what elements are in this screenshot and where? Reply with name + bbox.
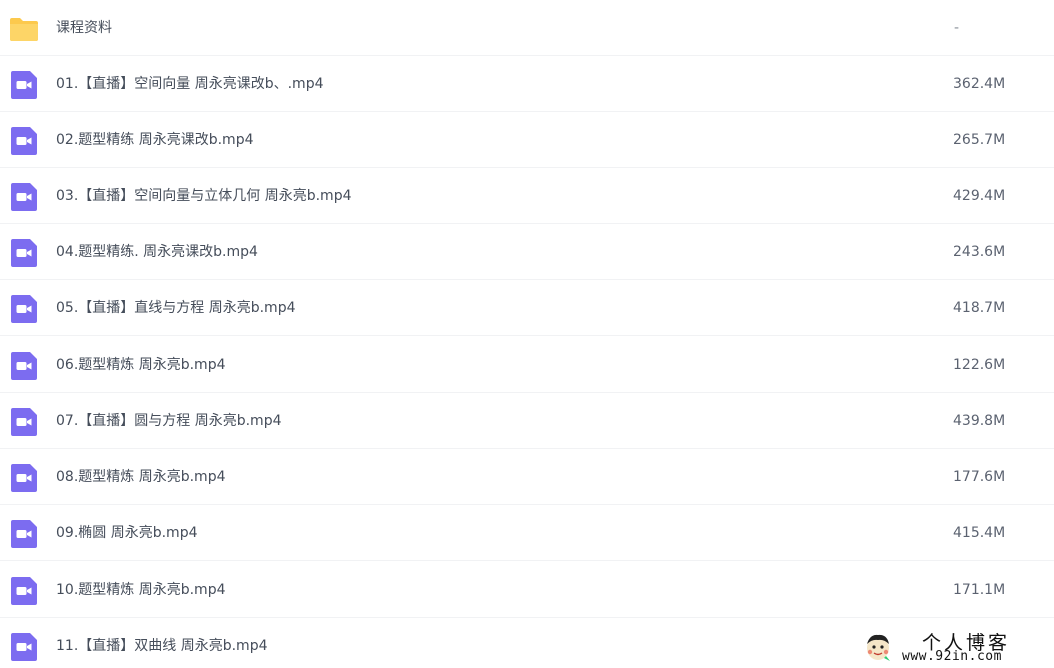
file-size: 243.6M: [953, 244, 1006, 260]
file-name: 05.【直播】直线与方程 周永亮b.mp4: [56, 300, 296, 316]
video-file-icon: [11, 633, 37, 661]
file-name: 08.题型精炼 周永亮b.mp4: [56, 469, 226, 485]
file-row[interactable]: 01.【直播】空间向量 周永亮课改b、.mp4 362.4M: [0, 56, 1054, 112]
file-size: 439.8M: [953, 413, 1006, 429]
video-file-icon: [11, 464, 37, 492]
video-file-icon: [11, 183, 37, 211]
folder-row[interactable]: 课程资料 -: [0, 0, 1054, 56]
file-row[interactable]: 07.【直播】圆与方程 周永亮b.mp4 439.8M: [0, 393, 1054, 449]
folder-icon: [10, 18, 38, 41]
file-row[interactable]: 08.题型精炼 周永亮b.mp4 177.6M: [0, 449, 1054, 505]
file-size: -: [954, 20, 960, 36]
file-name: 11.【直播】双曲线 周永亮b.mp4: [56, 638, 268, 654]
file-row[interactable]: 05.【直播】直线与方程 周永亮b.mp4 418.7M: [0, 280, 1054, 336]
file-name: 02.题型精练 周永亮课改b.mp4: [56, 132, 254, 148]
site-watermark: 个人博客 www.92in.com: [862, 630, 1052, 666]
video-file-icon: [11, 239, 37, 267]
video-file-icon: [11, 352, 37, 380]
video-file-icon: [11, 408, 37, 436]
video-file-icon: [11, 71, 37, 99]
file-row[interactable]: 06.题型精炼 周永亮b.mp4 122.6M: [0, 337, 1054, 393]
file-size: 265.7M: [953, 132, 1006, 148]
file-size: 362.4M: [953, 76, 1006, 92]
file-size: 122.6M: [953, 357, 1006, 373]
file-name: 07.【直播】圆与方程 周永亮b.mp4: [56, 413, 282, 429]
video-file-icon: [11, 577, 37, 605]
file-row[interactable]: 02.题型精练 周永亮课改b.mp4 265.7M: [0, 112, 1054, 168]
file-size: 177.6M: [953, 469, 1006, 485]
video-file-icon: [11, 295, 37, 323]
video-file-icon: [11, 520, 37, 548]
file-row[interactable]: 09.椭圆 周永亮b.mp4 415.4M: [0, 505, 1054, 561]
mascot-logo: [867, 634, 890, 661]
file-row[interactable]: 03.【直播】空间向量与立体几何 周永亮b.mp4 429.4M: [0, 168, 1054, 224]
video-file-icon: [11, 127, 37, 155]
file-name: 06.题型精炼 周永亮b.mp4: [56, 357, 226, 373]
file-row[interactable]: 04.题型精练. 周永亮课改b.mp4 243.6M: [0, 224, 1054, 280]
file-name: 04.题型精练. 周永亮课改b.mp4: [56, 244, 258, 260]
file-size: 415.4M: [953, 525, 1006, 541]
file-list: 课程资料 - 01.【直播】空间向量 周永亮课改b、.mp4 362.4M 02…: [0, 0, 1054, 668]
file-name: 03.【直播】空间向量与立体几何 周永亮b.mp4: [56, 188, 352, 204]
file-name: 课程资料: [56, 20, 112, 36]
file-name: 10.题型精炼 周永亮b.mp4: [56, 582, 226, 598]
file-name: 01.【直播】空间向量 周永亮课改b、.mp4: [56, 76, 324, 92]
watermark-url: www.92in.com: [902, 649, 1002, 664]
file-row[interactable]: 10.题型精炼 周永亮b.mp4 171.1M: [0, 562, 1054, 618]
file-name: 09.椭圆 周永亮b.mp4: [56, 525, 198, 541]
file-size: 418.7M: [953, 300, 1006, 316]
file-size: 429.4M: [953, 188, 1006, 204]
file-size: 171.1M: [953, 582, 1006, 598]
